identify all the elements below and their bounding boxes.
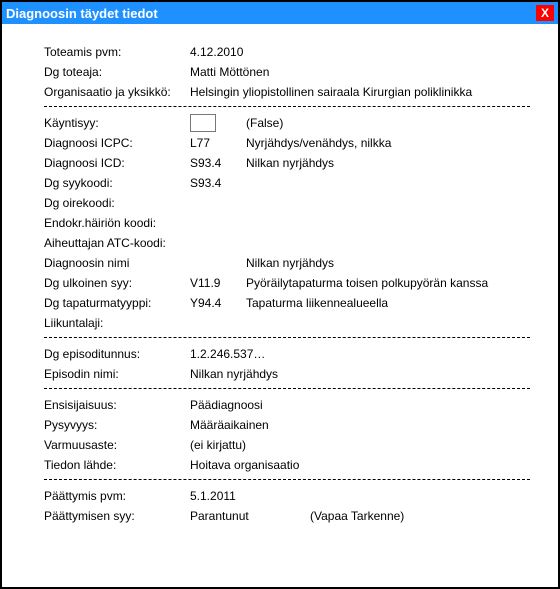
tiedon-lahde-value: Hoitava organisaatio (190, 458, 299, 472)
dg-toteaja-label: Dg toteaja: (44, 65, 190, 79)
episoditunnus-value: 1.2.246.537… (190, 347, 265, 361)
pysyvyys-label: Pysyvyys: (44, 418, 190, 432)
icpc-text: Nyrjähdys/venähdys, nilkka (246, 136, 391, 150)
dialog-content: Toteamis pvm: 4.12.2010 Dg toteaja: Matt… (2, 24, 558, 544)
dg-toteaja-value: Matti Möttönen (190, 65, 269, 79)
tapaturmatyyppi-label: Dg tapaturmatyyppi: (44, 296, 190, 310)
organisaatio-value: Helsingin yliopistollinen sairaala Kirur… (190, 85, 530, 99)
episodinimi-label: Episodin nimi: (44, 367, 190, 381)
episodinimi-value: Nilkan nyrjähdys (190, 367, 278, 381)
paattymis-pvm-label: Päättymis pvm: (44, 489, 190, 503)
title-bar: Diagnoosin täydet tiedot X (2, 2, 558, 24)
icpc-code: L77 (190, 136, 246, 150)
kayntisyy-false: (False) (246, 116, 283, 130)
syykoodi-label: Dg syykoodi: (44, 176, 190, 190)
toteamis-pvm-label: Toteamis pvm: (44, 45, 190, 59)
close-button[interactable]: X (536, 5, 554, 21)
toteamis-pvm-value: 4.12.2010 (190, 45, 243, 59)
icd-code: S93.4 (190, 156, 246, 170)
separator (44, 106, 530, 107)
varmuusaste-label: Varmuusaste: (44, 438, 190, 452)
separator (44, 388, 530, 389)
window-title: Diagnoosin täydet tiedot (6, 6, 158, 21)
separator (44, 479, 530, 480)
kayntisyy-label: Käyntisyy: (44, 116, 190, 130)
ensisijaisuus-label: Ensisijaisuus: (44, 398, 190, 412)
tapaturmatyyppi-code: Y94.4 (190, 296, 246, 310)
liikuntalaji-label: Liikuntalaji: (44, 316, 190, 330)
syykoodi-value: S93.4 (190, 176, 246, 190)
episoditunnus-label: Dg episoditunnus: (44, 347, 190, 361)
tapaturmatyyppi-text: Tapaturma liikennealueella (246, 296, 388, 310)
oirekoodi-label: Dg oirekoodi: (44, 196, 190, 210)
varmuusaste-value: (ei kirjattu) (190, 438, 246, 452)
icpc-label: Diagnoosi ICPC: (44, 136, 190, 150)
tiedon-lahde-label: Tiedon lähde: (44, 458, 190, 472)
kayntisyy-checkbox[interactable] (190, 114, 216, 132)
separator (44, 337, 530, 338)
dialog-window: Diagnoosin täydet tiedot X Toteamis pvm:… (0, 0, 560, 589)
ulkoinen-syy-text: Pyöräilytapaturma toisen polkupyörän kan… (246, 276, 488, 290)
icd-label: Diagnoosi ICD: (44, 156, 190, 170)
dgnimi-value: Nilkan nyrjähdys (246, 256, 334, 270)
ulkoinen-syy-code: V11.9 (190, 276, 246, 290)
paattymis-pvm-value: 5.1.2011 (190, 489, 236, 503)
endokr-label: Endokr.häiriön koodi: (44, 216, 190, 230)
atc-label: Aiheuttajan ATC-koodi: (44, 236, 190, 250)
ensisijaisuus-value: Päädiagnoosi (190, 398, 263, 412)
paattymisen-tarkenne: (Vapaa Tarkenne) (310, 509, 404, 523)
pysyvyys-value: Määräaikainen (190, 418, 269, 432)
dgnimi-label: Diagnoosin nimi (44, 256, 190, 270)
paattymisen-syy-label: Päättymisen syy: (44, 509, 190, 523)
paattymisen-syy-value: Parantunut (190, 509, 310, 523)
ulkoinen-syy-label: Dg ulkoinen syy: (44, 276, 190, 290)
organisaatio-label: Organisaatio ja yksikkö: (44, 85, 190, 99)
icd-text: Nilkan nyrjähdys (246, 156, 334, 170)
